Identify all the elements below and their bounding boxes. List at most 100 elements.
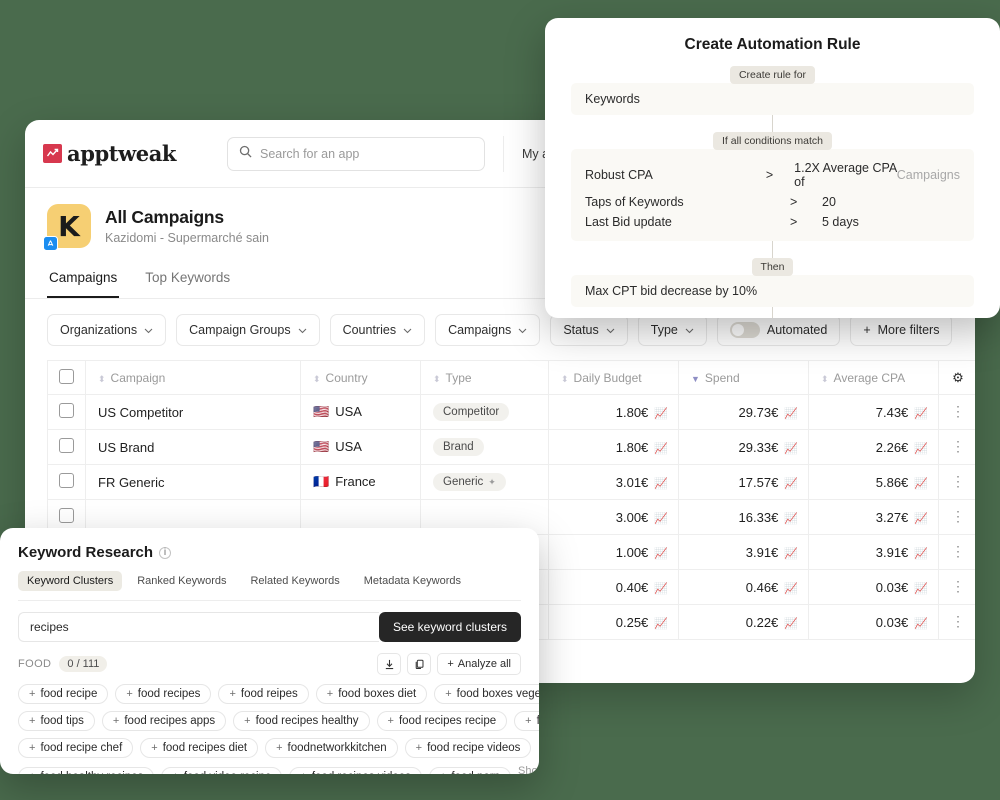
app-icon-wrap: K: [43, 204, 91, 251]
row-checkbox[interactable]: [59, 508, 74, 523]
row-menu-button[interactable]: ⋮: [938, 394, 975, 430]
daily-budget-value: 1.00€: [615, 544, 649, 560]
sparkline-icon[interactable]: 📈: [914, 443, 928, 455]
more-filters-button[interactable]: + More filters: [850, 314, 953, 346]
header-type[interactable]: ⬍ Type: [420, 360, 549, 395]
row-checkbox[interactable]: [59, 438, 74, 453]
sparkline-icon[interactable]: 📈: [914, 513, 928, 525]
filter-organizations[interactable]: Organizations: [47, 314, 167, 346]
sparkline-icon[interactable]: 📈: [914, 478, 928, 490]
sparkline-icon[interactable]: 📈: [784, 548, 798, 560]
filter-countries[interactable]: Countries: [329, 314, 426, 346]
header-spend[interactable]: ▼ Spend: [678, 360, 809, 395]
then-panel[interactable]: Max CPT bid decrease by 10%: [571, 275, 974, 307]
tab-campaigns[interactable]: Campaigns: [47, 262, 120, 298]
row-menu-button[interactable]: ⋮: [938, 569, 975, 605]
row-menu-button[interactable]: ⋮: [938, 534, 975, 570]
filter-campaign-groups[interactable]: Campaign Groups: [176, 314, 320, 346]
filter-type[interactable]: Type: [637, 314, 707, 346]
header-country[interactable]: ⬍ Country: [300, 360, 421, 395]
spend-value: 3.91€: [745, 544, 779, 560]
row-menu-button[interactable]: ⋮: [938, 499, 975, 535]
header-daily-budget[interactable]: ⬍ Daily Budget: [548, 360, 679, 395]
table-settings-button[interactable]: ⚙: [938, 360, 975, 395]
keyword-chip[interactable]: + food recipe: [18, 684, 109, 704]
filter-status[interactable]: Status: [550, 314, 628, 346]
keyword-chip[interactable]: + food recipe videos: [404, 738, 532, 758]
keyword-chip[interactable]: + food porn: [428, 767, 511, 774]
keyword-chip[interactable]: + foodnetworkkitchen: [265, 738, 398, 758]
keyword-chip[interactable]: + food boxes diet: [315, 684, 428, 704]
tab-top-keywords[interactable]: Top Keywords: [143, 262, 232, 298]
info-icon[interactable]: i: [159, 546, 172, 559]
keyword-chip[interactable]: + food tips: [18, 711, 95, 731]
table-row[interactable]: US Brand 🇺🇸 USA Brand 1.80€ 📈 29.33€ 📈 2.26…: [47, 429, 975, 465]
tab-ranked-keywords[interactable]: Ranked Keywords: [128, 571, 235, 591]
keyword-chip[interactable]: + food boxes vegetarian: [434, 684, 539, 704]
row-checkbox-cell[interactable]: [47, 394, 86, 430]
tab-related-keywords[interactable]: Related Keywords: [241, 571, 348, 591]
plus-icon: +: [29, 742, 36, 754]
sparkline-icon[interactable]: 📈: [914, 618, 928, 630]
sparkline-icon[interactable]: 📈: [654, 548, 668, 560]
show-more-button[interactable]: Show more: [518, 765, 539, 774]
tab-keyword-clusters[interactable]: Keyword Clusters: [18, 571, 123, 591]
row-checkbox-cell[interactable]: [47, 429, 86, 465]
sparkline-icon[interactable]: 📈: [784, 443, 798, 455]
sparkline-icon[interactable]: 📈: [654, 618, 668, 630]
select-all-checkbox[interactable]: [59, 368, 74, 384]
keyword-chip[interactable]: + food recipes diet: [140, 738, 259, 758]
see-keyword-clusters-button[interactable]: See keyword clusters: [378, 612, 521, 642]
create-rule-for-panel[interactable]: Keywords: [571, 83, 974, 115]
sparkline-icon[interactable]: 📈: [654, 478, 668, 490]
sparkline-icon[interactable]: 📈: [914, 408, 928, 420]
sparkline-icon[interactable]: 📈: [654, 583, 668, 595]
sparkline-icon[interactable]: 📈: [914, 583, 928, 595]
automated-toggle-switch[interactable]: [729, 322, 760, 338]
sparkline-icon[interactable]: 📈: [654, 408, 668, 420]
header-average-cpa[interactable]: ⬍ Average CPA: [808, 360, 939, 395]
filter-campaigns[interactable]: Campaigns: [435, 314, 541, 346]
sparkline-icon[interactable]: 📈: [784, 408, 798, 420]
select-all-header[interactable]: [47, 360, 86, 395]
keyword-chip[interactable]: + food recipies: [514, 711, 539, 731]
country-label: USA: [335, 404, 362, 419]
keyword-chip[interactable]: + food recipe chef: [18, 738, 134, 758]
conditions-panel[interactable]: Robust CPA > 1.2X Average CPA of Campaig…: [571, 149, 974, 241]
brand-logo[interactable]: apptweak: [43, 141, 213, 166]
keyword-chip[interactable]: + food healthy recipes: [18, 767, 155, 774]
keyword-chip[interactable]: + food recipes apps: [101, 711, 227, 731]
header-average-cpa-label: Average CPA: [833, 370, 906, 385]
row-menu-button[interactable]: ⋮: [938, 429, 975, 465]
header-campaign[interactable]: ⬍ Campaign: [85, 360, 301, 395]
table-row[interactable]: US Competitor 🇺🇸 USA Competitor 1.80€ 📈 29…: [47, 394, 975, 430]
copy-icon[interactable]: [407, 653, 432, 675]
filter-automated-toggle[interactable]: Automated: [716, 314, 841, 346]
keyword-chip[interactable]: + food recipes healthy: [233, 711, 370, 731]
keyword-chip[interactable]: + food recipes recipe: [376, 711, 508, 731]
keyword-chip[interactable]: + food recipes videos: [289, 767, 422, 774]
keyword-search-input[interactable]: recipes: [18, 612, 379, 642]
search-input[interactable]: Search for an app: [227, 136, 485, 171]
sparkline-icon[interactable]: 📈: [654, 513, 668, 525]
sparkline-icon[interactable]: 📈: [914, 548, 928, 560]
keyword-chip[interactable]: + food reipes: [218, 684, 309, 704]
keyword-chip-row: + food recipe + food recipes + food reipes …: [18, 684, 539, 704]
sparkline-icon[interactable]: 📈: [784, 618, 798, 630]
table-row[interactable]: FR Generic 🇫🇷 France Generic ✦ 3.01€ 📈 17.5…: [47, 464, 975, 500]
keyword-chip[interactable]: + food video recipe: [161, 767, 283, 774]
row-checkbox[interactable]: [59, 473, 74, 488]
sparkline-icon[interactable]: 📈: [784, 513, 798, 525]
tab-metadata-keywords[interactable]: Metadata Keywords: [355, 571, 470, 591]
sparkline-icon[interactable]: 📈: [654, 443, 668, 455]
sparkline-icon[interactable]: 📈: [784, 478, 798, 490]
sparkline-icon[interactable]: 📈: [784, 583, 798, 595]
row-checkbox-cell[interactable]: [47, 464, 86, 500]
row-checkbox[interactable]: [59, 403, 74, 418]
plus-icon: +: [126, 688, 133, 700]
analyze-all-button[interactable]: + Analyze all: [437, 653, 521, 675]
keyword-chip[interactable]: + food recipes: [115, 684, 212, 704]
row-menu-button[interactable]: ⋮: [938, 464, 975, 500]
download-icon[interactable]: [377, 653, 402, 675]
row-menu-button[interactable]: ⋮: [938, 604, 975, 640]
